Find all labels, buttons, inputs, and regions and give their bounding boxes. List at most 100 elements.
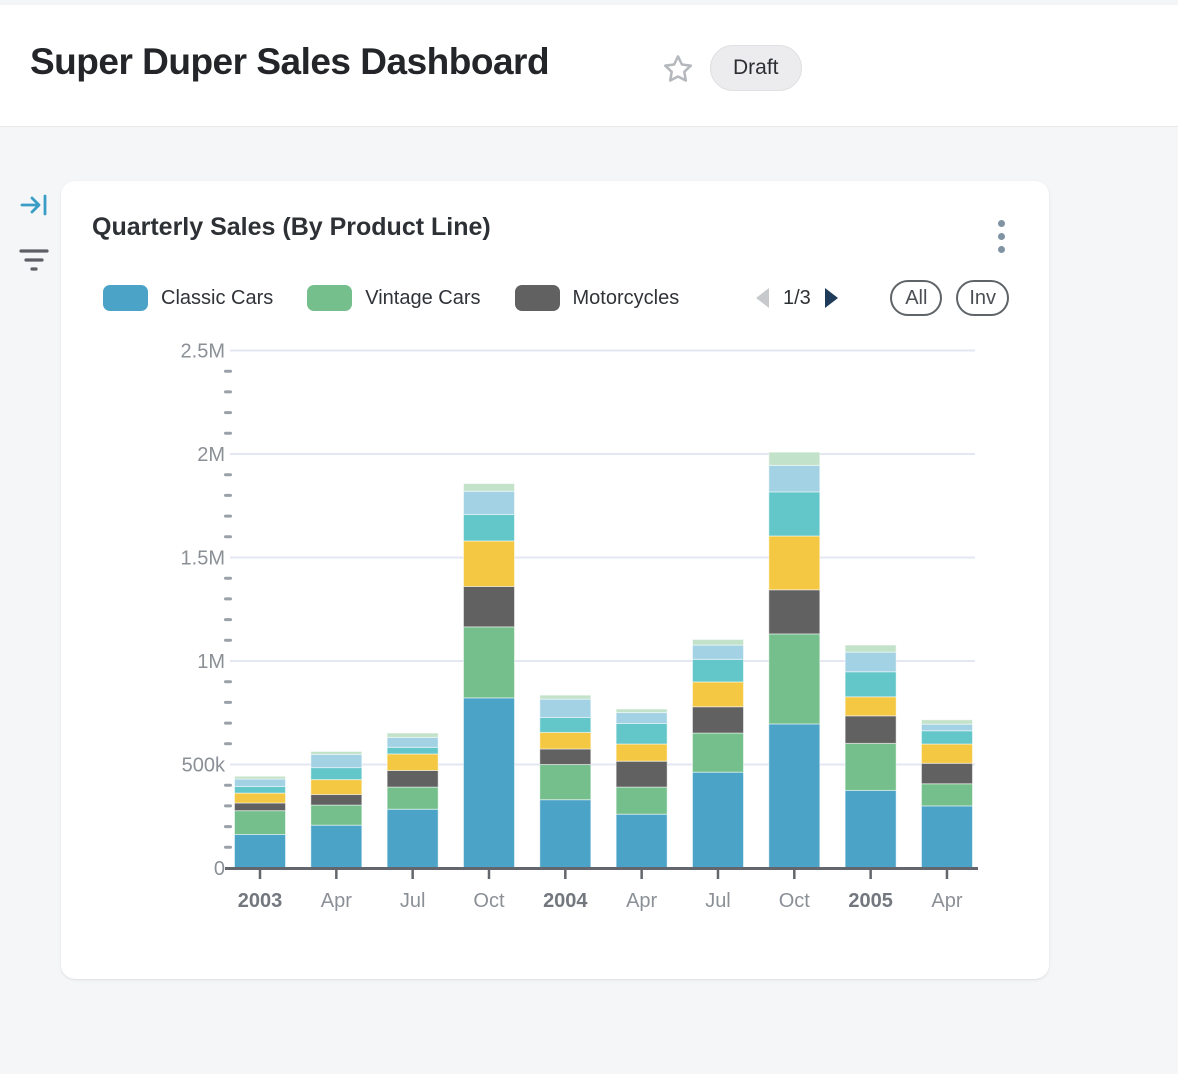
bar-segment[interactable] bbox=[692, 772, 743, 868]
bar-segment[interactable] bbox=[616, 787, 667, 814]
bar-segment[interactable] bbox=[387, 787, 438, 809]
bar-jul-6[interactable] bbox=[692, 639, 743, 868]
bar-segment[interactable] bbox=[311, 805, 362, 825]
stacked-bar-chart[interactable]: 0500k1M1.5M2M2.5M2003AprJulOct2004AprJul… bbox=[61, 321, 1049, 941]
bar-2004-4[interactable] bbox=[540, 695, 591, 868]
bar-segment[interactable] bbox=[769, 492, 820, 536]
bar-segment[interactable] bbox=[769, 465, 820, 491]
all-button[interactable]: All bbox=[890, 280, 942, 316]
bar-segment[interactable] bbox=[463, 491, 514, 514]
bar-segment[interactable] bbox=[235, 793, 286, 803]
bar-segment[interactable] bbox=[692, 659, 743, 682]
bar-segment[interactable] bbox=[921, 806, 972, 868]
bar-segment[interactable] bbox=[616, 724, 667, 744]
expand-panel-button[interactable] bbox=[12, 188, 56, 224]
bar-segment[interactable] bbox=[769, 724, 820, 868]
bar-segment[interactable] bbox=[540, 718, 591, 733]
bar-segment[interactable] bbox=[540, 695, 591, 699]
bar-segment[interactable] bbox=[692, 707, 743, 733]
bar-segment[interactable] bbox=[921, 744, 972, 763]
bar-segment[interactable] bbox=[616, 709, 667, 713]
bar-segment[interactable] bbox=[387, 754, 438, 771]
y-axis-minor-tick bbox=[224, 370, 232, 373]
bar-segment[interactable] bbox=[845, 790, 896, 868]
inv-button[interactable]: Inv bbox=[956, 280, 1009, 316]
bar-segment[interactable] bbox=[311, 754, 362, 767]
bar-segment[interactable] bbox=[769, 590, 820, 634]
bar-oct-3[interactable] bbox=[463, 484, 514, 868]
y-axis-minor-tick bbox=[224, 411, 232, 414]
bar-segment[interactable] bbox=[616, 713, 667, 724]
bar-segment[interactable] bbox=[845, 697, 896, 716]
bar-jul-2[interactable] bbox=[387, 733, 438, 868]
x-axis-tick-label: 2004 bbox=[543, 890, 588, 912]
bar-apr-5[interactable] bbox=[616, 709, 667, 868]
chart-title: Quarterly Sales (By Product Line) bbox=[92, 213, 491, 242]
legend-swatch bbox=[307, 285, 352, 311]
bar-segment[interactable] bbox=[387, 747, 438, 754]
bar-segment[interactable] bbox=[387, 733, 438, 737]
bar-segment[interactable] bbox=[235, 779, 286, 786]
bar-segment[interactable] bbox=[387, 771, 438, 788]
bar-segment[interactable] bbox=[845, 716, 896, 744]
bar-segment[interactable] bbox=[235, 776, 286, 779]
bar-segment[interactable] bbox=[845, 672, 896, 697]
filter-button[interactable] bbox=[12, 242, 56, 278]
bar-apr-9[interactable] bbox=[921, 720, 972, 868]
bar-segment[interactable] bbox=[616, 744, 667, 761]
bar-segment[interactable] bbox=[387, 809, 438, 868]
legend-prev-button[interactable] bbox=[755, 287, 770, 309]
bar-segment[interactable] bbox=[769, 452, 820, 465]
bar-segment[interactable] bbox=[311, 751, 362, 754]
bar-segment[interactable] bbox=[311, 825, 362, 868]
bar-segment[interactable] bbox=[311, 768, 362, 780]
bar-segment[interactable] bbox=[463, 484, 514, 492]
bar-segment[interactable] bbox=[235, 803, 286, 811]
bar-segment[interactable] bbox=[540, 699, 591, 717]
bar-segment[interactable] bbox=[540, 732, 591, 749]
bar-segment[interactable] bbox=[692, 682, 743, 707]
bar-segment[interactable] bbox=[540, 800, 591, 868]
bar-segment[interactable] bbox=[769, 536, 820, 590]
legend-item-classic-cars[interactable]: Classic Cars bbox=[103, 285, 273, 311]
bar-segment[interactable] bbox=[235, 834, 286, 868]
bar-segment[interactable] bbox=[921, 720, 972, 724]
card-menu-button[interactable] bbox=[986, 215, 1016, 257]
bar-segment[interactable] bbox=[921, 731, 972, 744]
bar-segment[interactable] bbox=[616, 761, 667, 787]
bar-2003-0[interactable] bbox=[235, 776, 286, 868]
x-axis-tick-label: 2005 bbox=[848, 890, 893, 912]
bar-2005-8[interactable] bbox=[845, 645, 896, 868]
bar-segment[interactable] bbox=[235, 786, 286, 793]
bar-segment[interactable] bbox=[540, 765, 591, 800]
bar-segment[interactable] bbox=[463, 627, 514, 698]
bar-segment[interactable] bbox=[769, 634, 820, 724]
bar-segment[interactable] bbox=[921, 784, 972, 806]
bar-segment[interactable] bbox=[921, 763, 972, 783]
bar-segment[interactable] bbox=[463, 586, 514, 626]
bar-segment[interactable] bbox=[845, 645, 896, 652]
bar-segment[interactable] bbox=[311, 780, 362, 795]
bar-segment[interactable] bbox=[921, 724, 972, 731]
bar-segment[interactable] bbox=[845, 652, 896, 672]
bar-segment[interactable] bbox=[692, 639, 743, 645]
bar-segment[interactable] bbox=[463, 541, 514, 587]
bar-segment[interactable] bbox=[463, 514, 514, 540]
bar-segment[interactable] bbox=[463, 698, 514, 868]
bar-segment[interactable] bbox=[311, 795, 362, 806]
bar-segment[interactable] bbox=[692, 733, 743, 772]
legend-item-motorcycles[interactable]: Motorcycles bbox=[515, 285, 680, 311]
y-axis-minor-tick bbox=[224, 639, 232, 642]
legend-next-button[interactable] bbox=[824, 287, 839, 309]
bar-apr-1[interactable] bbox=[311, 751, 362, 868]
y-axis-minor-tick bbox=[224, 577, 232, 580]
bar-segment[interactable] bbox=[616, 814, 667, 868]
bar-segment[interactable] bbox=[540, 749, 591, 765]
bar-segment[interactable] bbox=[692, 645, 743, 659]
legend-item-vintage-cars[interactable]: Vintage Cars bbox=[307, 285, 480, 311]
bar-segment[interactable] bbox=[845, 743, 896, 790]
bar-oct-7[interactable] bbox=[769, 452, 820, 868]
bar-segment[interactable] bbox=[387, 737, 438, 747]
bar-segment[interactable] bbox=[235, 811, 286, 835]
favorite-star-icon[interactable] bbox=[660, 51, 696, 87]
